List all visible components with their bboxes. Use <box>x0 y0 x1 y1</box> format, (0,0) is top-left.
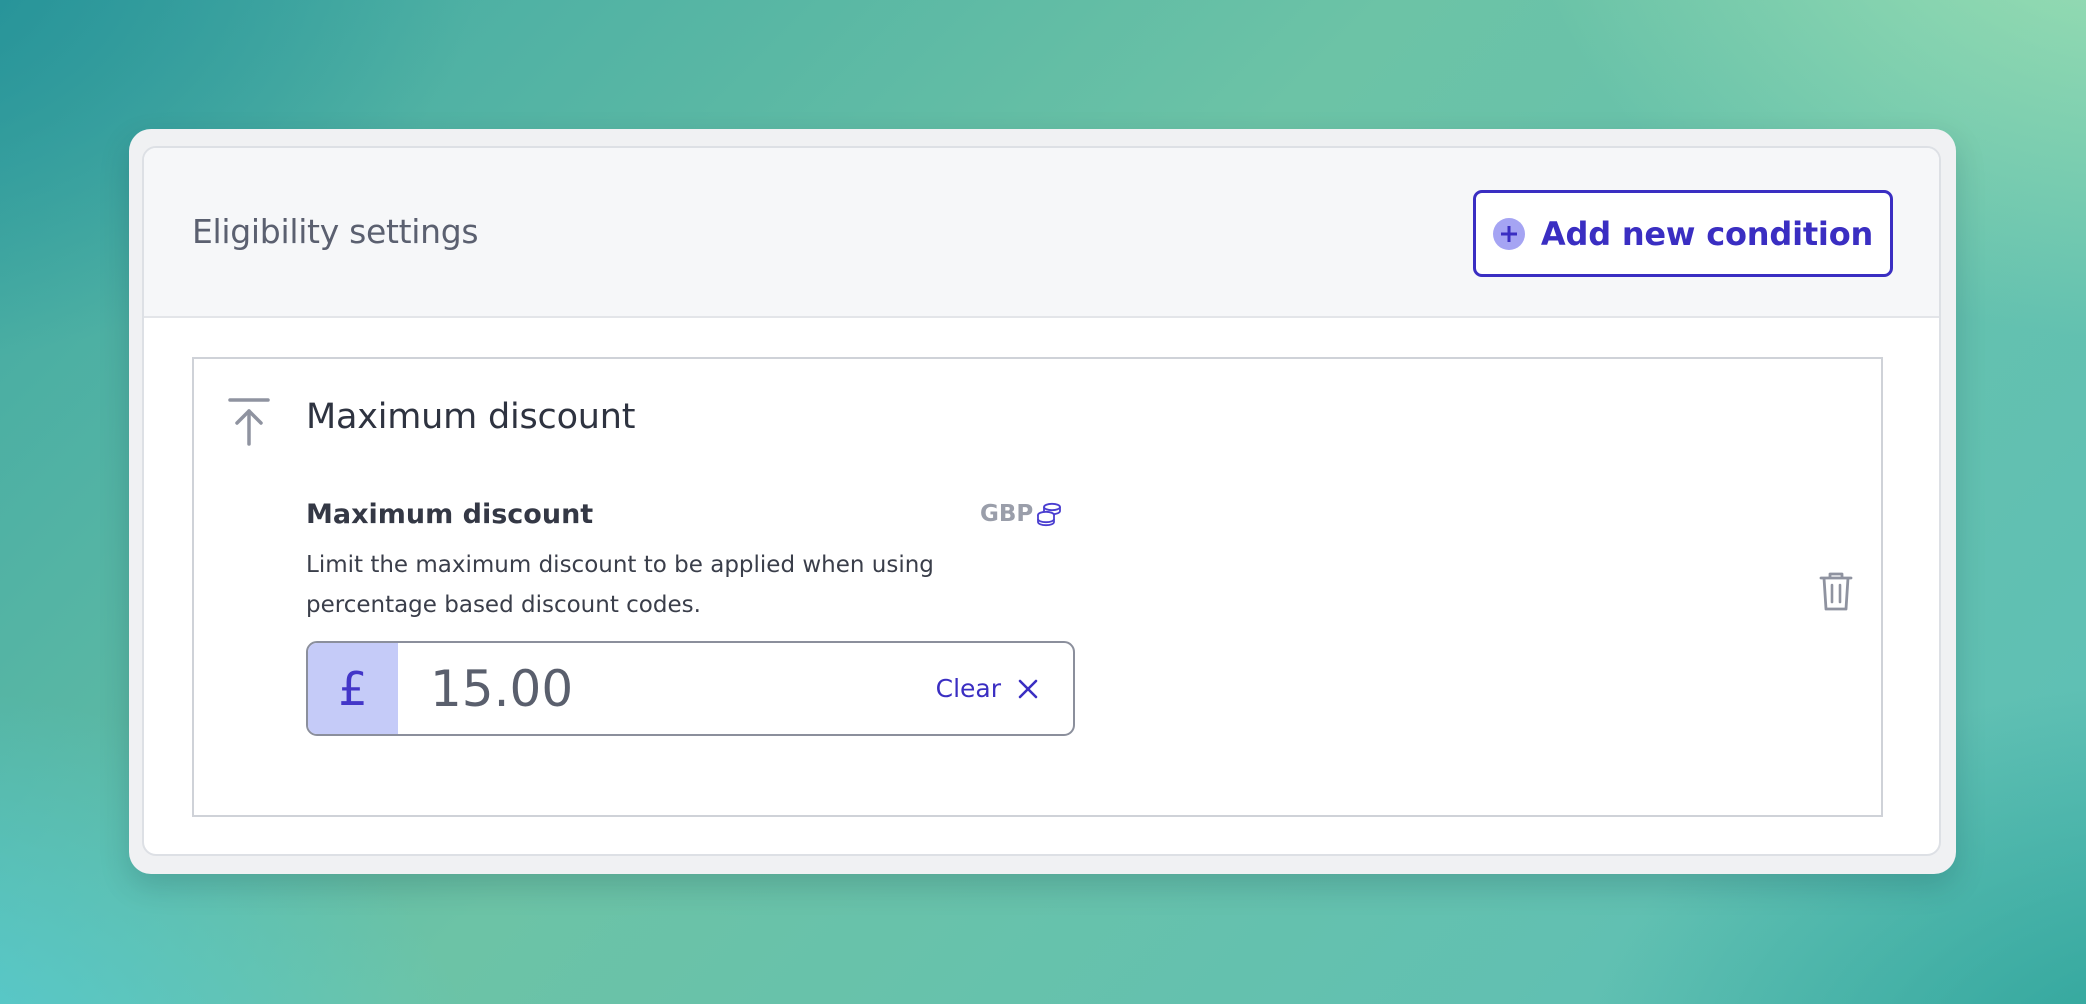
arrow-up-to-line-icon <box>228 398 270 446</box>
currency-symbol: £ <box>308 643 398 734</box>
eligibility-settings-panel: Eligibility settings Add new condition M… <box>129 129 1956 874</box>
clear-button[interactable]: Clear <box>936 643 1039 734</box>
currency-indicator: GBP <box>980 501 1062 527</box>
add-new-condition-button[interactable]: Add new condition <box>1473 190 1893 277</box>
condition-title: Maximum discount <box>306 397 636 437</box>
currency-code: GBP <box>980 501 1034 527</box>
coins-icon <box>1037 502 1062 527</box>
plus-circle-icon <box>1492 217 1525 250</box>
field-description: Limit the maximum discount to be applied… <box>306 552 934 618</box>
card-header: Eligibility settings Add new condition <box>144 148 1939 318</box>
close-icon <box>1018 679 1038 698</box>
discount-value[interactable]: 15.00 <box>430 643 573 734</box>
condition-item: Maximum discount Maximum discount GBP Li… <box>192 357 1883 817</box>
trash-icon[interactable] <box>1819 571 1853 611</box>
clear-label: Clear <box>935 674 1001 703</box>
add-new-condition-label: Add new condition <box>1540 214 1874 253</box>
maximum-discount-input[interactable]: £ 15.00 Clear <box>306 641 1075 736</box>
eligibility-settings-card: Eligibility settings Add new condition M… <box>142 146 1941 856</box>
page-title: Eligibility settings <box>192 212 479 251</box>
field-label: Maximum discount <box>306 499 594 530</box>
